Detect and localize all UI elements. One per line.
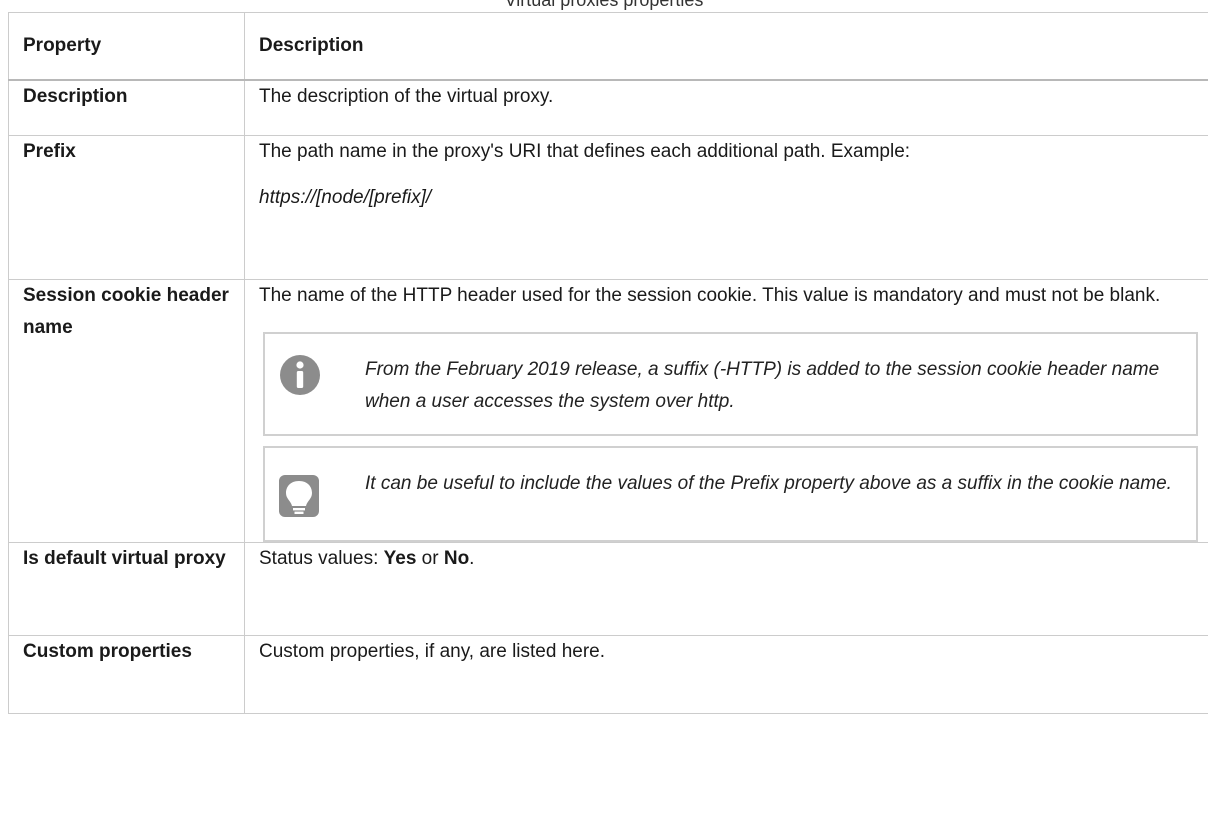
table-row: Session cookie header name The name of t… [8,279,1208,543]
column-header-description: Description [244,12,1208,81]
property-name: Custom properties [8,635,245,714]
property-description: The description of the virtual proxy. [244,79,1208,136]
property-description: The name of the HTTP header used for the… [244,279,1208,543]
info-note: From the February 2019 release, a suffix… [263,332,1198,436]
table-row: Prefix The path name in the proxy's URI … [8,135,1208,280]
lightbulb-icon [279,475,319,517]
property-description-text: The path name in the proxy's URI that de… [259,141,911,162]
info-note-text: From the February 2019 release, a suffix… [365,359,1160,412]
prefix-example: https://[node/[prefix]/ [259,187,432,208]
status-value-yes: Yes [383,548,417,569]
table-caption: Virtual proxies properties [504,0,704,10]
property-description: Custom properties, if any, are listed he… [244,635,1208,714]
table-row: Description The description of the virtu… [8,79,1208,136]
status-values-or: or [416,548,444,569]
property-name: Description [8,79,245,136]
property-name: Is default virtual proxy [8,542,245,636]
property-name: Session cookie header name [8,279,245,543]
table-header-row: Property Description [8,12,1208,81]
tip-note-text: It can be useful to include the values o… [365,473,1172,494]
property-description: The path name in the proxy's URI that de… [244,135,1208,280]
property-name: Prefix [8,135,245,280]
status-values-period: . [469,548,475,569]
table-row: Is default virtual proxy Status values: … [8,542,1208,636]
virtual-proxies-properties-table: Property Description Description The des… [8,12,1208,714]
info-icon [280,355,320,395]
property-description: Status values: Yes or No. [244,542,1208,636]
status-values-label: Status values: [259,548,384,569]
status-value-no: No [443,548,470,569]
column-header-property: Property [8,12,245,81]
table-row: Custom properties Custom properties, if … [8,635,1208,714]
property-description-text: The name of the HTTP header used for the… [259,285,1161,306]
tip-note: It can be useful to include the values o… [263,446,1198,542]
